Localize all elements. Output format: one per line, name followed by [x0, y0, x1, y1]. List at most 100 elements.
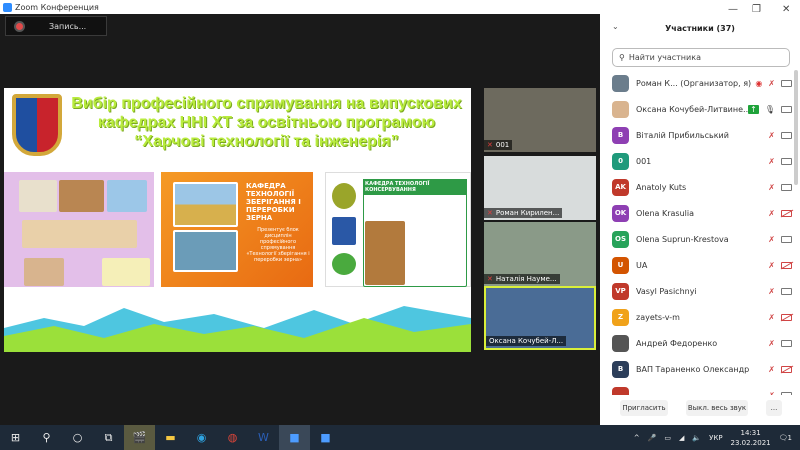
camera-off-icon[interactable]: [781, 261, 792, 269]
mic-muted-icon[interactable]: ✗: [768, 287, 775, 296]
camera-off-icon[interactable]: [781, 365, 792, 373]
taskbar: ⊞ ⚲ ○ ⧉ 🎬 ▬ ◉ ◍ W ■ ■ ^ 🎤 ▭ ◢ 🔈 УКР 14:3…: [0, 425, 800, 450]
video-tile-active-speaker[interactable]: Оксана Кочубей-Л...: [484, 286, 596, 350]
app-icon[interactable]: 🎬: [124, 425, 155, 450]
participant-row[interactable]: AK Anatoly Kuts ✗: [600, 174, 796, 200]
mic-muted-icon[interactable]: ✗: [768, 183, 775, 192]
camera-off-icon[interactable]: [781, 209, 792, 217]
camera-icon[interactable]: [781, 235, 792, 243]
camera-off-icon[interactable]: [781, 313, 792, 321]
video-tile[interactable]: ✕ 001: [484, 88, 596, 152]
participant-row[interactable]: VP Vasyl Pasichnyi ✗: [600, 278, 796, 304]
recording-icon: ◉: [755, 78, 763, 88]
task-view-icon[interactable]: ⧉: [93, 425, 124, 450]
mic-muted-icon[interactable]: ✗: [768, 131, 775, 140]
mic-icon[interactable]: 🎙: [765, 105, 775, 114]
chrome-icon[interactable]: ◍: [217, 425, 248, 450]
avatar: [612, 386, 629, 395]
camera-icon[interactable]: [781, 391, 792, 395]
participant-name: Віталій Прибильський: [636, 130, 729, 140]
mic-muted-icon[interactable]: ✗: [768, 313, 775, 322]
battery-icon[interactable]: ▭: [664, 434, 671, 442]
participant-row[interactable]: OK Olena Krasulia ✗: [600, 200, 796, 226]
camera-icon[interactable]: [781, 157, 792, 165]
participant-row[interactable]: Андрей Федоренко ✗: [600, 330, 796, 356]
file-explorer-icon[interactable]: ▬: [155, 425, 186, 450]
mic-muted-icon[interactable]: ✗: [768, 79, 775, 88]
participant-name: Оксана Кочубей-Литвине...: [636, 104, 749, 114]
volume-icon[interactable]: 🔈: [692, 434, 701, 442]
avatar: [612, 100, 629, 118]
camera-icon[interactable]: [781, 183, 792, 191]
search-icon[interactable]: ⚲: [31, 425, 62, 450]
participant-row[interactable]: U UA ✗: [600, 252, 796, 278]
mic-muted-icon: ✕: [487, 275, 493, 283]
camera-icon[interactable]: [781, 105, 792, 113]
participant-row[interactable]: Z zayets-v-m ✗: [600, 304, 796, 330]
avatar: U: [612, 256, 629, 274]
participant-row[interactable]: Оксана Кочубей-Литвине... ↑ 🎙: [600, 96, 796, 122]
participant-row[interactable]: В Віталій Прибильський ✗: [600, 122, 796, 148]
slide-title: Вибір професійного спрямування на випуск…: [71, 95, 462, 150]
search-participant-input[interactable]: ⚲ Найти участника: [612, 48, 790, 67]
participant-name: Olena Krasulia: [636, 208, 694, 218]
invite-button[interactable]: Пригласить: [620, 400, 668, 416]
participant-name: 001: [636, 156, 652, 166]
scrollbar[interactable]: [794, 70, 798, 185]
recording-button[interactable]: Запись...: [5, 16, 107, 36]
participant-name: UA: [636, 260, 648, 270]
participant-row[interactable]: 0 001 ✗: [600, 148, 796, 174]
language-indicator[interactable]: УКР: [709, 434, 722, 442]
mute-all-button[interactable]: Выкл. весь звук: [686, 400, 748, 416]
avatar: AK: [612, 178, 629, 196]
mic-muted-icon[interactable]: ✗: [768, 391, 775, 396]
mic-muted-icon[interactable]: ✗: [768, 261, 775, 270]
more-button[interactable]: ...: [766, 400, 782, 416]
participant-row[interactable]: Роман К... (Организатор, я) ◉ ✗: [600, 70, 796, 96]
participant-row[interactable]: ✗: [600, 382, 796, 395]
zoom-icon[interactable]: ■: [279, 425, 310, 450]
camera-icon[interactable]: [781, 79, 792, 87]
meeting-stage: Запись... Вибір професійного спрямування…: [0, 14, 600, 425]
zoom-icon[interactable]: ■: [310, 425, 341, 450]
camera-icon[interactable]: [781, 339, 792, 347]
clock[interactable]: 14:31 23.02.2021: [731, 428, 771, 448]
university-emblem: [12, 94, 62, 156]
share-screen-icon: ↑: [748, 104, 759, 114]
restore-button[interactable]: ❐: [752, 4, 761, 15]
participants-panel: — ❐ ✕ ⌄ Участники (37) ⚲ Найти участника…: [600, 0, 800, 425]
panel-title: КАФЕДРА ТЕХНОЛОГІЇ ЗБЕРІГАННЯ І ПЕРЕРОБК…: [246, 182, 301, 222]
slide-panel-canning: КАФЕДРА ТЕХНОЛОГІЇ КОНСЕРВУВАННЯ: [325, 172, 471, 287]
notifications-icon[interactable]: 🗨1: [779, 434, 792, 442]
close-button[interactable]: ✕: [782, 4, 790, 15]
video-tile[interactable]: ✕ Наталія Науме...: [484, 222, 596, 286]
decorative-wave: [4, 306, 471, 352]
avatar: [612, 334, 629, 352]
record-icon: [16, 22, 23, 30]
cortana-icon[interactable]: ○: [62, 425, 93, 450]
mic-muted-icon[interactable]: ✗: [768, 157, 775, 166]
search-placeholder: Найти участника: [628, 53, 701, 62]
participant-row[interactable]: OS Olena Suprun-Krestova ✗: [600, 226, 796, 252]
panel-title: КАФЕДРА ТЕХНОЛОГІЇ КОНСЕРВУВАННЯ: [363, 179, 467, 195]
mic-muted-icon[interactable]: ✗: [768, 235, 775, 244]
avatar: OK: [612, 204, 629, 222]
mic-muted-icon[interactable]: ✗: [768, 365, 775, 374]
camera-icon[interactable]: [781, 287, 792, 295]
video-tile[interactable]: ✕ Роман Кирилен...: [484, 156, 596, 220]
minimize-button[interactable]: —: [728, 4, 738, 15]
recording-label: Запись...: [49, 21, 87, 31]
mic-muted-icon[interactable]: ✗: [768, 339, 775, 348]
avatar: [612, 74, 629, 92]
camera-icon[interactable]: [781, 131, 792, 139]
participant-row[interactable]: В ВАП Тараненко Олександр ✗: [600, 356, 796, 382]
avatar: В: [612, 126, 629, 144]
edge-icon[interactable]: ◉: [186, 425, 217, 450]
microphone-icon[interactable]: 🎤: [648, 434, 657, 442]
wifi-icon[interactable]: ◢: [679, 434, 684, 442]
mic-muted-icon[interactable]: ✗: [768, 209, 775, 218]
word-icon[interactable]: W: [248, 425, 279, 450]
avatar: Z: [612, 308, 629, 326]
chevron-up-icon[interactable]: ^: [634, 434, 640, 442]
windows-start-icon[interactable]: ⊞: [0, 425, 31, 450]
